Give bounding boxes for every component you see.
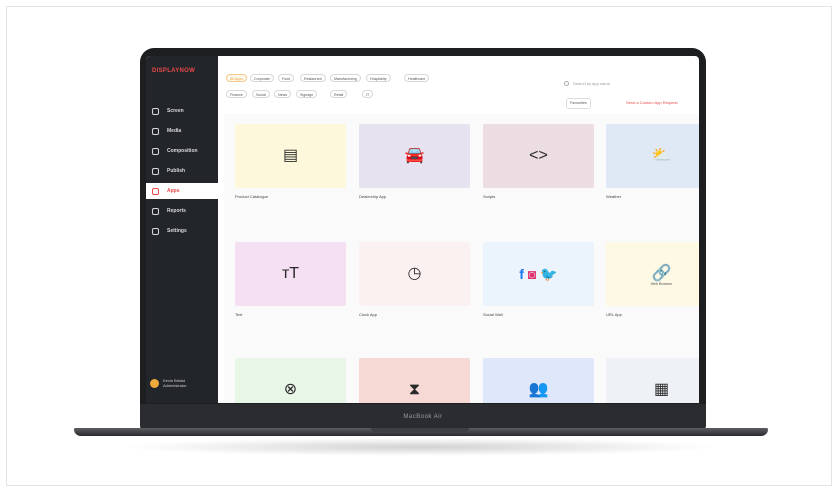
- laptop-notch: [371, 428, 469, 432]
- avatar: [150, 378, 159, 388]
- sidebar-item-publish[interactable]: Publish: [146, 163, 218, 179]
- app-card-title: Weather: [606, 194, 622, 199]
- app-card[interactable]: 🚘: [359, 124, 470, 188]
- app-card-title: Text: [235, 312, 243, 317]
- car-icon: 🚘: [404, 147, 425, 164]
- laptop-shadow: [120, 438, 720, 456]
- filter-chip-restaurant[interactable]: Restaurant: [300, 74, 326, 82]
- sidebar-item-label: Screen: [167, 108, 184, 114]
- search-icon: [564, 80, 569, 86]
- sidebar-item-label: Reports: [167, 208, 186, 214]
- weather-icon: ⛅: [651, 147, 672, 164]
- filter-chip-social[interactable]: Social: [252, 90, 270, 98]
- app-card-title: URL App: [606, 312, 622, 317]
- app-card[interactable]: f ◙ 🐦: [483, 242, 594, 306]
- media-icon: [152, 127, 159, 135]
- link-icon: 🔗: [651, 265, 672, 282]
- card-subtitle: Web Browser: [650, 282, 673, 286]
- qr-icon: ▦: [653, 381, 670, 398]
- filter-chip-healthcare[interactable]: Healthcare: [404, 74, 430, 82]
- sidebar-item-apps[interactable]: Apps: [146, 183, 218, 199]
- app-card[interactable]: ◷: [359, 242, 470, 306]
- app-card-title: Social Wall: [483, 312, 503, 317]
- search-box[interactable]: Search by app name: [564, 78, 694, 88]
- settings-icon: [152, 227, 159, 235]
- filter-chip-news[interactable]: News: [274, 90, 291, 98]
- filter-chip-retail[interactable]: Retail: [330, 90, 348, 98]
- filter-chip-corporate[interactable]: Corporate: [250, 74, 274, 82]
- clock-icon: ◷: [407, 265, 422, 282]
- filter-chip-it[interactable]: IT: [362, 90, 374, 98]
- sidebar-item-screen[interactable]: Screen: [146, 103, 218, 119]
- monitor-icon: [152, 107, 159, 115]
- filter-chip-all-apps[interactable]: All Apps: [226, 74, 247, 82]
- user-role: Administrator: [163, 383, 187, 388]
- custom-app-request-link[interactable]: Send a Custom App Request: [626, 98, 678, 107]
- search-input[interactable]: Search by app name: [573, 81, 610, 86]
- favorites-button[interactable]: Favourites: [566, 98, 591, 109]
- code-icon: <>: [529, 147, 548, 164]
- timer-icon: ⊗: [283, 381, 298, 398]
- app-card[interactable]: <>: [483, 124, 594, 188]
- app-card-title: Product Catalogue: [235, 194, 269, 199]
- filter-chip-food[interactable]: Food: [278, 74, 295, 82]
- sidebar-item-composition[interactable]: Composition: [146, 143, 218, 159]
- social-icons: f ◙ 🐦: [519, 266, 558, 283]
- app-card[interactable]: 👥: [483, 358, 594, 403]
- composition-icon: [152, 147, 159, 155]
- app-card-title: Clock App: [359, 312, 378, 317]
- app-card[interactable]: тT: [235, 242, 346, 306]
- sidebar-item-label: Settings: [167, 228, 187, 234]
- user-profile[interactable]: Kevin Bristol Administrator: [150, 378, 187, 388]
- app-logo[interactable]: DISPLAYNOW: [152, 68, 195, 74]
- sidebar-item-settings[interactable]: Settings: [146, 223, 218, 239]
- instagram-icon: ◙: [527, 266, 537, 282]
- app-card[interactable]: 🔗 Web Browser: [606, 242, 699, 306]
- device-label: MacBook Air: [403, 414, 443, 420]
- apps-icon: [152, 187, 159, 195]
- facebook-icon: f: [519, 266, 524, 282]
- app-card-title: Scripts: [483, 194, 496, 199]
- sidebar-item-label: Apps: [167, 188, 180, 194]
- sidebar-item-reports[interactable]: Reports: [146, 203, 218, 219]
- people-icon: 👥: [528, 381, 549, 398]
- filter-chip-finance[interactable]: Finance: [226, 90, 247, 98]
- catalogue-icon: ▤: [282, 147, 299, 164]
- filter-chip-signage[interactable]: Signage: [296, 90, 318, 98]
- app-card[interactable]: ⊗: [235, 358, 346, 403]
- app-card[interactable]: ⛅: [606, 124, 699, 188]
- sidebar-item-label: Publish: [167, 168, 186, 174]
- laptop-screen: DISPLAYNOW Screen Media Composition Publish…: [146, 56, 699, 403]
- sidebar-item-label: Composition: [167, 148, 198, 154]
- sidebar-item-media[interactable]: Media: [146, 123, 218, 139]
- laptop-hinge: MacBook Air: [140, 404, 706, 430]
- sidebar-item-label: Media: [167, 128, 182, 134]
- text-icon: тT: [281, 265, 300, 282]
- reports-icon: [152, 207, 159, 215]
- app-card[interactable]: ▤: [235, 124, 346, 188]
- app-card-title: Dealership App: [359, 194, 387, 199]
- sidebar: DISPLAYNOW Screen Media Composition Publish…: [146, 56, 218, 403]
- app-card[interactable]: ⧗: [359, 358, 470, 403]
- twitter-icon: 🐦: [540, 265, 558, 282]
- app-card[interactable]: ▦: [606, 358, 699, 403]
- publish-icon: [152, 167, 159, 175]
- filter-chip-manufacturing[interactable]: Manufacturing: [330, 74, 361, 82]
- filter-chip-hospitality[interactable]: Hospitality: [366, 74, 391, 82]
- hourglass-icon: ⧗: [408, 381, 421, 398]
